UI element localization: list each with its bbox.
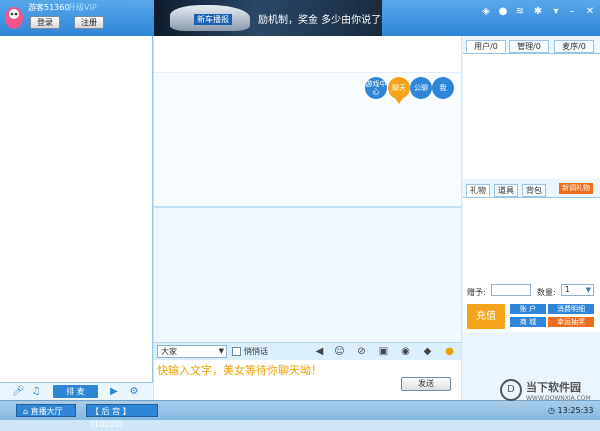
tab-backpack[interactable]: 背包 xyxy=(522,184,546,197)
new-gift-badge[interactable]: 新调礼物 xyxy=(559,183,593,194)
quantity-value: 1 xyxy=(565,285,571,294)
login-button[interactable]: 登录 xyxy=(30,16,60,29)
quantity-label: 数量: xyxy=(537,288,556,297)
lobby-button[interactable]: ⌂ 直播大厅 xyxy=(16,404,76,417)
banner-slogan: 励机制，奖金 多少由你说了算 xyxy=(258,15,382,26)
tab-props[interactable]: 道具 xyxy=(494,184,518,197)
tab-mic-queue[interactable]: 麦序/0 xyxy=(554,40,594,53)
upgrade-vip-link[interactable]: 升级VIP xyxy=(68,2,97,13)
whisper-checkbox[interactable] xyxy=(232,347,241,356)
whisper-label: 悄悄话 xyxy=(244,347,268,356)
send-button[interactable]: 发送 xyxy=(401,377,451,391)
microphone-icon[interactable]: 🎤︎ xyxy=(12,386,25,398)
watermark: D 当下软件园 WWW.DOWNXIA.COM xyxy=(500,376,600,404)
lucky-draw-button[interactable]: 幸运抽奖 xyxy=(548,317,594,327)
ad-banner[interactable]: 新车播报 励机制，奖金 多少由你说了算 xyxy=(154,0,382,36)
gift-list xyxy=(463,197,600,282)
gift-to-label: 赠予: xyxy=(467,288,486,297)
private-chat-area xyxy=(154,206,461,342)
recharge-button[interactable]: 充值 xyxy=(467,304,505,329)
volume-icon[interactable]: ◀ xyxy=(313,345,326,358)
fruit-icon[interactable]: ● xyxy=(443,345,456,358)
watermark-url: WWW.DOWNXIA.COM xyxy=(526,394,591,402)
tab-users[interactable]: 用户/0 xyxy=(466,40,506,53)
settings-gear-icon[interactable]: ⚙ xyxy=(128,386,140,398)
shop-button[interactable]: 商 城 xyxy=(510,317,546,327)
consumption-details-button[interactable]: 消费明细 xyxy=(548,304,594,314)
user-list xyxy=(463,53,600,179)
font-icon[interactable]: ▣ xyxy=(377,345,390,358)
chat-bubble[interactable]: 聊天 xyxy=(388,77,410,99)
headset-icon[interactable]: ♫ xyxy=(30,386,42,398)
emoji-icon[interactable]: ☺ xyxy=(333,345,346,358)
room-tab[interactable]: 【 后 宫 】 (10020) xyxy=(86,404,158,429)
queue-mic-button[interactable]: 排 麦 xyxy=(53,385,98,398)
menu-icon[interactable]: ▾ xyxy=(550,6,562,18)
gift-box-icon[interactable]: ◆ xyxy=(421,345,434,358)
video-area xyxy=(154,36,461,206)
tab-admins[interactable]: 管理/0 xyxy=(509,40,549,53)
skin-icon[interactable]: ◈ xyxy=(480,6,492,18)
message-placeholder: 快输入文字，美女等待你聊天呦！ xyxy=(157,364,322,377)
minimize-icon[interactable]: – xyxy=(566,6,578,18)
clock-value: 13:25:33 xyxy=(557,406,594,415)
guest-username: 游客51360 xyxy=(28,3,70,12)
watermark-logo-icon: D xyxy=(500,379,522,401)
close-icon[interactable]: ✕ xyxy=(584,6,596,18)
register-button[interactable]: 注册 xyxy=(74,16,104,29)
user-icon[interactable]: ● xyxy=(497,6,509,18)
banner-tag: 新车播报 xyxy=(194,14,232,25)
account-button[interactable]: 账 户 xyxy=(510,304,546,314)
settings-icon[interactable]: ✱ xyxy=(532,6,544,18)
webcam-icon[interactable]: ◉ xyxy=(399,345,412,358)
chevron-down-icon: ▼ xyxy=(585,286,591,294)
mute-icon[interactable]: ⊘ xyxy=(355,345,368,358)
wifi-icon[interactable]: ≋ xyxy=(514,6,526,18)
tab-gifts[interactable]: 礼物 xyxy=(466,184,490,197)
game-center-bubble[interactable]: 游戏中心 xyxy=(365,77,387,99)
chat-target-select[interactable]: 大家 ▼ xyxy=(157,345,227,358)
lobby-label: 直播大厅 xyxy=(30,407,63,416)
chat-target-value: 大家 xyxy=(161,347,177,356)
app-logo-icon xyxy=(5,7,23,29)
chevron-down-icon: ▼ xyxy=(218,347,224,355)
clock: ◷ 13:25:33 xyxy=(548,406,594,415)
chat-bubble-pointer xyxy=(395,98,403,104)
watermark-title: 当下软件园 xyxy=(526,380,581,394)
quantity-select[interactable]: 1 ▼ xyxy=(561,284,594,296)
left-panel xyxy=(0,36,153,382)
public-chat-bubble[interactable]: 公聊 xyxy=(410,77,432,99)
camera-icon[interactable]: ▶ xyxy=(108,386,120,398)
me-bubble[interactable]: 我 xyxy=(432,77,454,99)
gift-recipient-input[interactable] xyxy=(491,284,531,296)
